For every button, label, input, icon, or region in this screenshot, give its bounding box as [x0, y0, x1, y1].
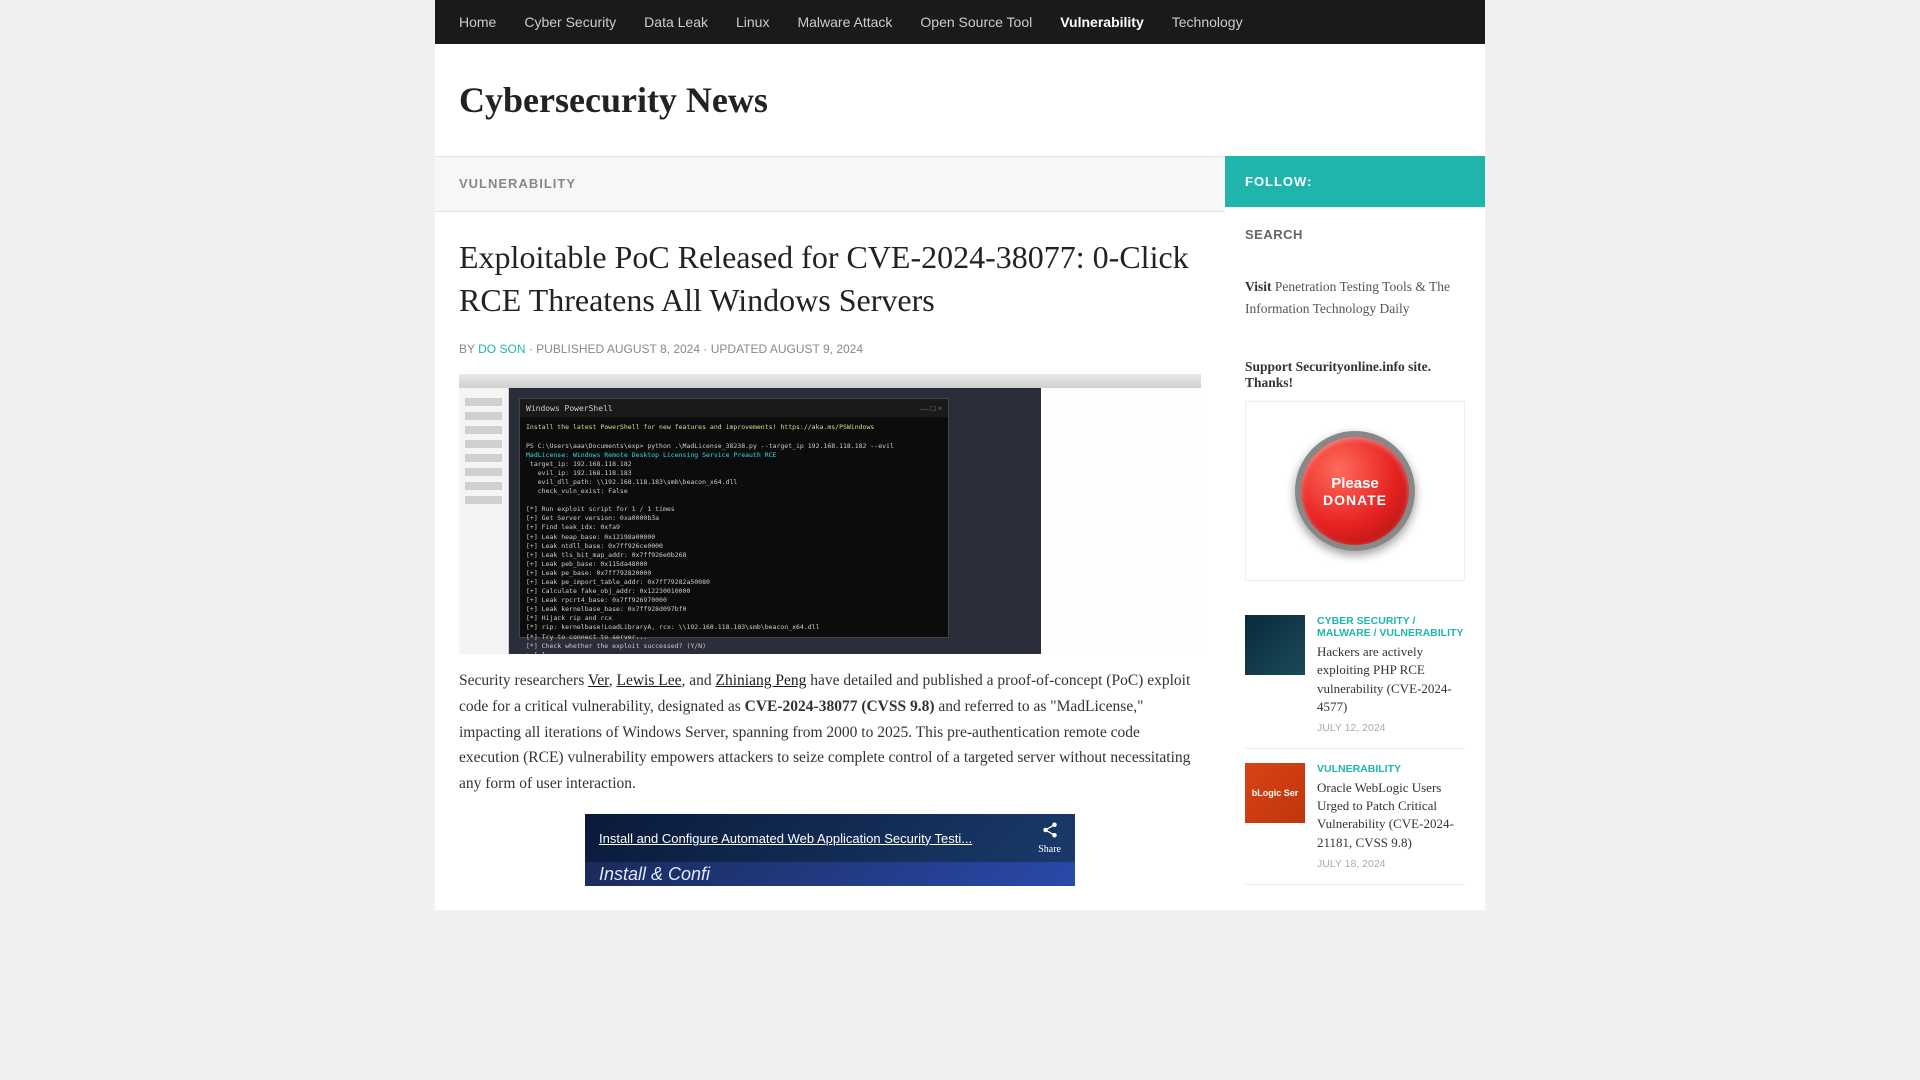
link-zhiniang-peng[interactable]: Zhiniang Peng — [715, 672, 806, 689]
donate-image[interactable]: Please DONATE — [1245, 401, 1465, 581]
published-date: AUGUST 8, 2024 — [607, 342, 700, 356]
donate-button[interactable]: Please DONATE — [1295, 431, 1415, 551]
body-text: Security researchers — [459, 672, 588, 689]
follow-heading: FOLLOW: — [1225, 156, 1485, 207]
terminal-title: Windows PowerShell — [526, 404, 613, 413]
updated-date: AUGUST 9, 2024 — [770, 342, 863, 356]
terminal-controls: — □ × — [921, 404, 942, 413]
donate-line1: Please — [1331, 475, 1379, 492]
author-link[interactable]: DO SON — [478, 342, 525, 356]
nav-cyber-security[interactable]: Cyber Security — [510, 0, 630, 44]
published-label: PUBLISHED — [536, 342, 604, 356]
by-label: BY — [459, 342, 475, 356]
related-categories[interactable]: CYBER SECURITY / MALWARE / VULNERABILITY — [1317, 615, 1465, 639]
donate-line2: DONATE — [1323, 492, 1387, 508]
featured-image: Windows PowerShell — □ × Install the lat… — [459, 374, 1201, 654]
share-icon — [1041, 821, 1059, 839]
article-meta: BY DO SON · PUBLISHED AUGUST 8, 2024 · U… — [459, 342, 1201, 356]
sidebar: FOLLOW: SEARCH Visit Penetration Testing… — [1225, 156, 1485, 910]
related-thumb: bLogic Ser — [1245, 763, 1305, 823]
visit-label[interactable]: Visit — [1245, 279, 1272, 294]
nav-malware-attack[interactable]: Malware Attack — [783, 0, 906, 44]
video-title[interactable]: Install and Configure Automated Web Appl… — [599, 831, 1028, 846]
nav-home[interactable]: Home — [445, 0, 510, 44]
nav-data-leak[interactable]: Data Leak — [630, 0, 722, 44]
body-text: , and — [681, 672, 715, 689]
related-post[interactable]: bLogic Ser VULNERABILITY Oracle WebLogic… — [1245, 749, 1465, 885]
site-title[interactable]: Cybersecurity News — [459, 79, 1461, 121]
category-label[interactable]: VULNERABILITY — [459, 176, 576, 191]
related-title[interactable]: Oracle WebLogic Users Urged to Patch Cri… — [1317, 779, 1465, 852]
site-header: Cybersecurity News — [435, 44, 1485, 156]
meta-sep: · — [703, 342, 710, 356]
support-text: Support Securityonline.info site. Thanks… — [1245, 359, 1465, 391]
link-lewis-lee[interactable]: Lewis Lee — [616, 672, 681, 689]
article-body: Security researchers Ver, Lewis Lee, and… — [459, 668, 1201, 796]
nav-technology[interactable]: Technology — [1158, 0, 1257, 44]
terminal-output: Install the latest PowerShell for new fe… — [520, 417, 948, 654]
updated-label: UPDATED — [711, 342, 767, 356]
video-subtitle: Install & Confi — [599, 864, 710, 885]
article: Exploitable PoC Released for CVE-2024-38… — [435, 212, 1225, 910]
cve-id: CVE-2024-38077 (CVSS 9.8) — [745, 698, 935, 715]
nav-vulnerability[interactable]: Vulnerability — [1046, 0, 1158, 44]
search-heading: SEARCH — [1245, 227, 1465, 242]
related-date: JULY 18, 2024 — [1317, 858, 1465, 870]
nav-linux[interactable]: Linux — [722, 0, 783, 44]
visit-desc: Penetration Testing Tools & The Informat… — [1245, 279, 1450, 316]
visit-text: Visit Penetration Testing Tools & The In… — [1245, 276, 1465, 319]
category-bar: VULNERABILITY — [435, 156, 1225, 212]
terminal-window: Windows PowerShell — □ × Install the lat… — [519, 398, 949, 638]
related-title[interactable]: Hackers are actively exploiting PHP RCE … — [1317, 643, 1465, 716]
link-ver[interactable]: Ver — [588, 672, 609, 689]
article-title: Exploitable PoC Released for CVE-2024-38… — [459, 236, 1201, 322]
nav-open-source-tool[interactable]: Open Source Tool — [906, 0, 1046, 44]
top-nav: Home Cyber Security Data Leak Linux Malw… — [435, 0, 1485, 44]
video-embed[interactable]: Install and Configure Automated Web Appl… — [585, 814, 1075, 886]
related-thumb — [1245, 615, 1305, 675]
share-button[interactable]: Share — [1028, 821, 1061, 855]
related-categories[interactable]: VULNERABILITY — [1317, 763, 1465, 775]
related-post[interactable]: CYBER SECURITY / MALWARE / VULNERABILITY… — [1245, 601, 1465, 749]
related-date: JULY 12, 2024 — [1317, 722, 1465, 734]
share-label: Share — [1038, 844, 1061, 855]
